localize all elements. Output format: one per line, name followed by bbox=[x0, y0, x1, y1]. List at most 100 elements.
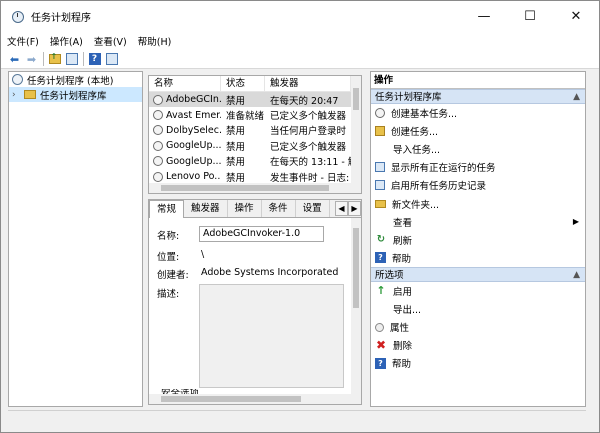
toolbar: ⬅ ➡ ? bbox=[1, 50, 599, 69]
table-row[interactable]: Avast Emer... 准备就绪 已定义多个触发器 bbox=[149, 107, 361, 122]
task-trigger: 发生事件时 - 日志: bbox=[270, 172, 350, 184]
toolbar-separator bbox=[83, 52, 84, 66]
tab-settings[interactable]: 设置 bbox=[296, 200, 330, 217]
action-import-task[interactable]: 导入任务... bbox=[371, 140, 585, 158]
help-icon[interactable]: ? bbox=[88, 53, 101, 66]
action-refresh[interactable]: ↻ 刷新 bbox=[371, 231, 585, 249]
back-arrow-icon[interactable]: ⬅ bbox=[8, 53, 21, 66]
up-folder-icon[interactable] bbox=[48, 52, 61, 66]
task-name-field[interactable]: AdobeGCInvoker-1.0 bbox=[199, 226, 324, 242]
author-label: 创建者: bbox=[157, 270, 189, 281]
action-create-basic-task[interactable]: 创建基本任务... bbox=[371, 104, 585, 122]
task-clock-icon bbox=[153, 140, 163, 151]
action-new-folder[interactable]: 新文件夹... bbox=[371, 194, 585, 212]
scrollbar-thumb[interactable] bbox=[353, 228, 359, 308]
tab-triggers[interactable]: 触发器 bbox=[184, 200, 228, 217]
toolbar-separator bbox=[43, 52, 44, 66]
navigation-tree: 任务计划程序 (本地) › 任务计划程序库 bbox=[8, 71, 143, 407]
action-create-task[interactable]: 创建任务... bbox=[371, 122, 585, 140]
menu-help[interactable]: 帮助(H) bbox=[138, 34, 172, 48]
tab-general[interactable]: 常规 bbox=[149, 200, 185, 219]
task-clock-icon bbox=[153, 171, 163, 182]
details-horizontal-scrollbar[interactable] bbox=[149, 394, 352, 404]
description-field[interactable] bbox=[199, 284, 344, 388]
action-enable[interactable]: ↑ 启用 bbox=[371, 282, 585, 300]
action-enable-history[interactable]: 启用所有任务历史记录 bbox=[371, 176, 585, 194]
table-row[interactable]: GoogleUp... 禁用 已定义多个触发器 bbox=[149, 138, 361, 153]
menu-file[interactable]: 文件(F) bbox=[7, 34, 39, 48]
table-row[interactable]: DolbySelec... 禁用 当任何用户登录时 bbox=[149, 123, 361, 138]
column-header-name[interactable]: 名称 bbox=[149, 76, 221, 91]
status-bar bbox=[8, 410, 586, 424]
task-status: 禁用 bbox=[226, 95, 246, 107]
create-basic-task-icon bbox=[375, 108, 385, 119]
action-label: 新文件夹... bbox=[392, 199, 440, 211]
task-trigger: 已定义多个触发器 bbox=[270, 141, 347, 153]
title-bar[interactable]: 任务计划程序 — ☐ ✕ bbox=[1, 1, 599, 32]
tree-item-task-scheduler-library[interactable]: › 任务计划程序库 bbox=[9, 87, 142, 102]
task-status: 禁用 bbox=[226, 126, 246, 138]
task-name: Avast Emer... bbox=[166, 109, 221, 121]
task-name: AdobeGCIn... bbox=[166, 94, 221, 106]
tab-scroll-right-icon[interactable]: ▶ bbox=[348, 201, 361, 216]
show-hide-pane-icon[interactable] bbox=[65, 53, 78, 66]
task-name: Lenovo Po... bbox=[166, 171, 221, 183]
table-row[interactable]: GoogleUp... 禁用 在每天的 13:11 - 触 bbox=[149, 154, 361, 169]
action-help-selected[interactable]: ? 帮助 bbox=[371, 354, 585, 372]
task-list-horizontal-scrollbar[interactable] bbox=[149, 183, 361, 193]
collapse-caret-icon[interactable]: ▲ bbox=[573, 268, 580, 283]
maximize-button[interactable]: ☐ bbox=[507, 1, 553, 32]
action-properties[interactable]: 属性 bbox=[371, 318, 585, 336]
running-tasks-icon bbox=[375, 162, 385, 173]
tab-actions[interactable]: 操作 bbox=[228, 200, 262, 217]
action-show-running-tasks[interactable]: 显示所有正在运行的任务 bbox=[371, 158, 585, 176]
general-tab-content: 名称: AdobeGCInvoker-1.0 位置: \ 创建者: Adobe … bbox=[149, 218, 352, 395]
minimize-button[interactable]: — bbox=[461, 1, 507, 32]
expand-chevron-icon[interactable]: › bbox=[12, 90, 20, 100]
task-list-vertical-scrollbar[interactable] bbox=[351, 76, 361, 183]
tree-item-task-scheduler-local[interactable]: 任务计划程序 (本地) bbox=[9, 72, 142, 87]
scrollbar-thumb[interactable] bbox=[161, 396, 301, 402]
action-view[interactable]: 查看 ▶ bbox=[371, 213, 585, 231]
action-delete[interactable]: ✖ 删除 bbox=[371, 336, 585, 354]
author-value: Adobe Systems Incorporated bbox=[201, 267, 339, 278]
create-task-icon bbox=[375, 126, 385, 137]
task-status: 禁用 bbox=[226, 172, 246, 184]
menu-bar: 文件(F) 操作(A) 查看(V) 帮助(H) bbox=[1, 32, 599, 50]
new-folder-icon bbox=[375, 199, 386, 208]
action-label: 创建基本任务... bbox=[391, 109, 458, 121]
menu-action[interactable]: 操作(A) bbox=[50, 34, 83, 48]
action-label: 导入任务... bbox=[393, 145, 441, 157]
action-help[interactable]: ? 帮助 bbox=[371, 249, 585, 267]
forward-arrow-icon[interactable]: ➡ bbox=[25, 53, 38, 66]
details-tabs: 常规 触发器 操作 条件 设置 ◀ ▶ bbox=[149, 200, 361, 219]
scrollbar-thumb[interactable] bbox=[353, 88, 359, 110]
details-vertical-scrollbar[interactable] bbox=[351, 218, 361, 395]
menu-view[interactable]: 查看(V) bbox=[94, 34, 127, 48]
task-status: 禁用 bbox=[226, 141, 246, 153]
location-value: \ bbox=[201, 249, 205, 260]
actions-panel-title: 操作 bbox=[371, 72, 585, 89]
close-button[interactable]: ✕ bbox=[553, 1, 599, 32]
section-header-selected-item[interactable]: 所选项 ▲ bbox=[371, 266, 585, 283]
window-title: 任务计划程序 bbox=[31, 13, 91, 24]
action-label: 刷新 bbox=[393, 235, 413, 247]
tab-conditions[interactable]: 条件 bbox=[262, 200, 296, 217]
name-label: 名称: bbox=[157, 231, 180, 242]
task-name: GoogleUp... bbox=[166, 140, 221, 152]
collapse-caret-icon[interactable]: ▲ bbox=[573, 90, 580, 105]
action-label: 显示所有正在运行的任务 bbox=[391, 163, 496, 175]
task-details-panel: 常规 触发器 操作 条件 设置 ◀ ▶ 名称: AdobeGCInvoker-1… bbox=[148, 199, 362, 405]
column-header-trigger[interactable]: 触发器 bbox=[265, 76, 351, 91]
action-label: 导出... bbox=[393, 304, 422, 316]
section-header-library[interactable]: 任务计划程序库 ▲ bbox=[371, 89, 585, 104]
table-row[interactable]: AdobeGCIn... 禁用 在每天的 20:47 bbox=[149, 92, 361, 108]
action-label: 属性 bbox=[390, 323, 410, 335]
section-header-label: 所选项 bbox=[375, 269, 404, 281]
scrollbar-thumb[interactable] bbox=[161, 185, 329, 191]
tree-item-label: 任务计划程序 (本地) bbox=[27, 75, 114, 87]
tab-scroll-left-icon[interactable]: ◀ bbox=[335, 201, 348, 216]
column-header-status[interactable]: 状态 bbox=[221, 76, 265, 91]
properties-pane-icon[interactable] bbox=[105, 53, 118, 66]
action-export[interactable]: 导出... bbox=[371, 300, 585, 318]
